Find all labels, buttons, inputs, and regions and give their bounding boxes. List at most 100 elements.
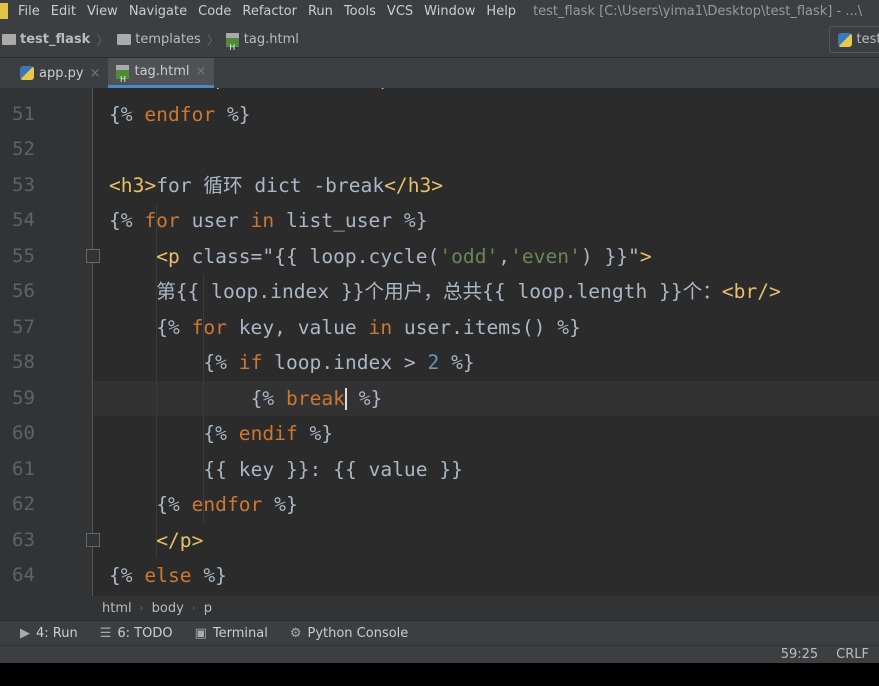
line-number: 50: [12, 88, 35, 97]
code-token: endif: [238, 422, 298, 445]
tool-label: 4: Run: [36, 625, 78, 641]
code-token: 2: [427, 351, 440, 374]
code-token: list_user %}: [274, 209, 428, 232]
menu-edit[interactable]: Edit: [51, 4, 76, 19]
code-line[interactable]: </p>: [156, 523, 203, 559]
crumb-separator: ›: [139, 602, 144, 614]
code-line[interactable]: {% endfor %}: [156, 487, 298, 523]
line-separator[interactable]: CRLF: [836, 647, 869, 662]
code-token: for: [191, 315, 227, 339]
code-token: loop.index >: [262, 351, 428, 374]
code-token: {%: [203, 351, 239, 374]
code-line[interactable]: {{ key }}: {{ value }}: [203, 452, 463, 488]
nav-folder[interactable]: templates: [135, 32, 200, 47]
tool-label: Terminal: [212, 625, 268, 641]
code-line[interactable]: <p>用户信息为空</p>: [203, 88, 403, 97]
line-number: 63: [12, 528, 35, 551]
code-token: %}: [262, 493, 298, 516]
code-line[interactable]: 第{{ loop.index }}个用户，总共{{ loop.length }}…: [156, 274, 781, 310]
code-token: {%: [203, 422, 239, 445]
html-file-icon: H: [116, 64, 130, 84]
code-token: {%: [109, 564, 145, 587]
close-icon[interactable]: ×: [196, 64, 207, 79]
menu-tools[interactable]: Tools: [344, 4, 376, 19]
code-token: </p>: [156, 528, 204, 552]
crumb-separator: ›: [191, 602, 196, 614]
line-number-gutter: 50 51 52 53 54 55 56 57 58 59 60 61 62 63 64: [0, 88, 93, 596]
caret-position[interactable]: 59:25: [781, 647, 818, 662]
navigation-bar: test_flask 〉 templates 〉 H tag.html test…: [0, 22, 879, 58]
code-token: if: [238, 351, 263, 374]
crumb-html[interactable]: html: [102, 601, 132, 616]
menu-run[interactable]: Run: [308, 4, 333, 19]
html-file-icon: H: [225, 32, 239, 52]
line-number: 53: [12, 173, 35, 196]
line-number: 56: [12, 280, 35, 302]
code-token: {%: [250, 386, 286, 410]
code-token: 'even': [510, 244, 581, 268]
code-line[interactable]: <h3>for 循环 dict -break</h3>: [109, 168, 443, 204]
line-number: 52: [12, 138, 35, 160]
terminal-tool-button[interactable]: ▣ Terminal: [195, 626, 268, 641]
tab-tag-html[interactable]: H tag.html ×: [108, 58, 215, 88]
menu-view[interactable]: View: [87, 4, 118, 19]
run-tool-button[interactable]: ▶ 4: Run: [20, 626, 78, 641]
fold-end-icon[interactable]: [86, 532, 100, 547]
code-line[interactable]: {% if loop.index > 2 %}: [203, 345, 474, 381]
code-token: {%: [109, 209, 145, 232]
code-token: %}: [346, 386, 383, 410]
python-console-tool-button[interactable]: ⚙ Python Console: [290, 626, 408, 641]
code-token: endfor: [191, 493, 263, 516]
code-token: </h3>: [384, 173, 444, 197]
code-line[interactable]: {% for user in list_user %}: [109, 203, 428, 239]
code-token: %}: [191, 564, 227, 587]
code-token: <p: [156, 244, 192, 268]
run-config-label: test_: [856, 32, 879, 47]
python-console-icon: ⚙: [289, 625, 302, 641]
code-token: {%: [156, 493, 192, 516]
code-token: user.items() %}: [392, 315, 581, 339]
status-bar: 59:25 CRLF: [0, 645, 879, 663]
code-line[interactable]: {% endfor %}: [109, 97, 251, 133]
code-token: in: [250, 209, 275, 232]
menu-window[interactable]: Window: [424, 4, 475, 19]
folder-icon: [117, 34, 132, 45]
code-line[interactable]: {% else %}: [109, 558, 227, 594]
tab-label: app.py: [39, 65, 84, 81]
line-number: 59: [12, 386, 35, 409]
nav-project[interactable]: test_flask: [20, 32, 90, 47]
code-line[interactable]: {% endif %}: [203, 416, 333, 452]
nav-separator: 〉: [96, 34, 110, 49]
menu-file[interactable]: File: [18, 4, 40, 19]
run-configuration-select[interactable]: test_: [829, 26, 879, 53]
code-token: 第{{ loop.index }}个用户，总共{{ loop.length }}…: [156, 280, 722, 303]
code-token: break: [285, 386, 345, 410]
code-token: </p>: [356, 88, 403, 90]
crumb-p[interactable]: p: [204, 601, 212, 616]
code-token: class="{{ loop.cycle(: [191, 244, 440, 268]
code-line[interactable]: {% for key, value in user.items() %}: [156, 310, 581, 346]
pycharm-logo-icon: [0, 3, 8, 19]
code-line[interactable]: <p class="{{ loop.cycle('odd','even') }}…: [156, 239, 651, 275]
close-icon[interactable]: ×: [90, 66, 101, 81]
code-line[interactable]: {% break %}: [250, 381, 383, 417]
tab-app-py[interactable]: app.py ×: [12, 58, 108, 88]
nav-file[interactable]: tag.html: [244, 32, 299, 47]
line-number: 62: [12, 493, 35, 515]
window-title: test_flask [C:\Users\yima1\Desktop\test_…: [533, 3, 863, 19]
menu-code[interactable]: Code: [198, 4, 231, 19]
tool-window-bar: ▶ 4: Run ☰ 6: TODO ▣ Terminal ⚙ Python Conso…: [0, 620, 879, 645]
fold-collapse-icon[interactable]: [86, 248, 100, 263]
code-token: key, value: [226, 315, 369, 339]
menu-vcs[interactable]: VCS: [387, 4, 413, 19]
line-number: 58: [12, 351, 35, 373]
menu-help[interactable]: Help: [486, 4, 516, 19]
todo-tool-button[interactable]: ☰ 6: TODO: [100, 626, 173, 641]
crumb-body[interactable]: body: [152, 601, 184, 616]
tool-label: Python Console: [307, 625, 409, 641]
code-editor[interactable]: 505152535455565758596061626364 <p>用户信息为空…: [0, 88, 879, 596]
current-line-highlight: [94, 380, 879, 416]
code-token: endfor: [144, 102, 216, 126]
menu-navigate[interactable]: Navigate: [129, 4, 187, 19]
menu-refactor[interactable]: Refactor: [242, 4, 297, 19]
